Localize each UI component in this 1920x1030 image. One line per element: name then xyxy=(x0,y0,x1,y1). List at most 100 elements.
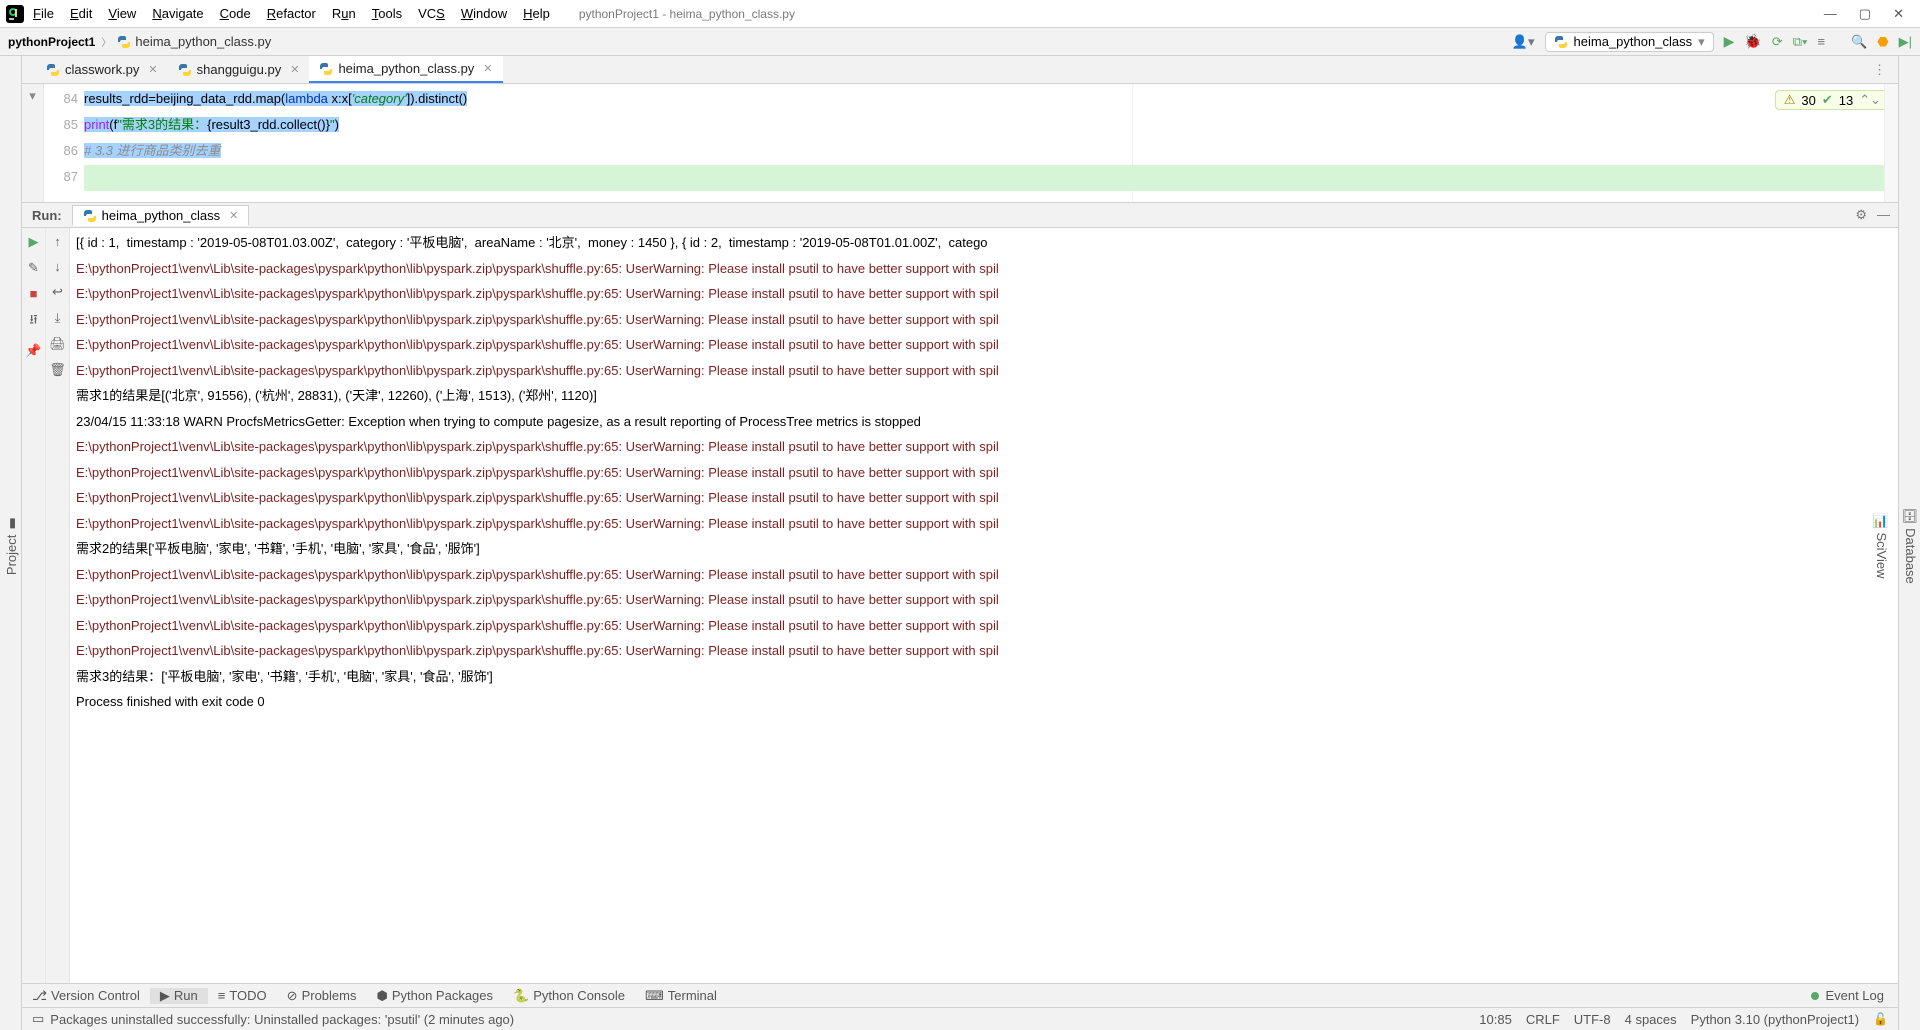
python-interpreter[interactable]: Python 3.10 (pythonProject1) xyxy=(1691,1012,1859,1027)
database-toolwindow-tab[interactable]: 🗄 Database xyxy=(1901,504,1920,588)
version-control-tab[interactable]: ⎇ Version Control xyxy=(22,988,150,1004)
rerun-button[interactable]: ▶ xyxy=(29,234,39,250)
main-body: Project ▮ 🏛 Structure 🔖 Bookmarks classw… xyxy=(0,56,1920,1030)
problems-tab[interactable]: ⊘ Problems xyxy=(277,988,367,1004)
menu-refactor[interactable]: Refactor xyxy=(260,4,323,23)
console-line: E:\pythonProject1\venv\Lib\site-packages… xyxy=(76,613,1898,639)
status-bar: ▭ Packages uninstalled successfully: Uni… xyxy=(22,1007,1898,1030)
tabs-more-icon[interactable]: ⋮ xyxy=(1861,56,1898,83)
up-icon[interactable]: ↑ xyxy=(54,234,61,249)
todo-tab[interactable]: ≡ TODO xyxy=(208,988,277,1003)
run-button[interactable]: ▶ xyxy=(1724,33,1735,50)
run-anything-icon[interactable]: ▶| xyxy=(1899,34,1912,50)
indent-setting[interactable]: 4 spaces xyxy=(1625,1012,1677,1027)
run-panel-label: Run: xyxy=(22,208,72,223)
run-config-tab[interactable]: heima_python_class ✕ xyxy=(72,205,250,226)
editor-content[interactable]: results_rdd=beijing_data_rdd.map(lambda … xyxy=(84,84,1884,202)
menu-view[interactable]: View xyxy=(101,4,143,23)
code-editor[interactable]: ▾ 84 85 86 87 results_rdd=beijing_data_r… xyxy=(22,84,1898,202)
notification-dot-icon xyxy=(1811,992,1819,1000)
stop-button[interactable]: ■ xyxy=(30,286,38,301)
tab-heima[interactable]: heima_python_class.py✕ xyxy=(309,56,502,83)
sciview-toolwindow-tab[interactable]: 📊 SciView xyxy=(1872,509,1891,583)
settings-icon[interactable]: ⚙ xyxy=(1855,207,1867,223)
close-icon[interactable]: ✕ xyxy=(290,63,299,76)
menu-help[interactable]: Help xyxy=(516,4,557,23)
clear-icon[interactable]: 🗑 xyxy=(49,362,66,378)
breadcrumb-file[interactable]: heima_python_class.py xyxy=(117,34,271,49)
run-tab[interactable]: ▶ Run xyxy=(150,988,208,1004)
event-log-tab[interactable]: Event Log xyxy=(1811,988,1898,1003)
check-icon: ✔ xyxy=(1822,92,1833,108)
console-line: 需求1的结果是[('北京', 91556), ('杭州', 28831), ('… xyxy=(76,383,1898,409)
close-icon[interactable]: ✕ xyxy=(148,63,157,76)
tab-shangguigu[interactable]: shangguigu.py✕ xyxy=(168,56,310,83)
menu-edit[interactable]: Edit xyxy=(63,4,99,23)
ide-updates-icon[interactable]: ⬣ xyxy=(1877,34,1888,50)
close-icon[interactable]: ✕ xyxy=(483,62,492,75)
python-packages-tab[interactable]: ⬢ Python Packages xyxy=(366,988,503,1004)
terminal-tab[interactable]: ⌨ Terminal xyxy=(635,988,727,1004)
caret-position[interactable]: 10:85 xyxy=(1479,1012,1512,1027)
chevron-updown-icon[interactable]: ⌃⌄ xyxy=(1859,92,1881,108)
debug-button[interactable]: 🐞 xyxy=(1744,33,1761,50)
console-line: 23/04/15 11:33:18 WARN ProcfsMetricsGett… xyxy=(76,409,1898,435)
menu-tools[interactable]: Tools xyxy=(365,4,409,23)
line-separator[interactable]: CRLF xyxy=(1526,1012,1560,1027)
print-icon[interactable]: 🖨 xyxy=(49,336,66,352)
user-icon[interactable]: 👤▾ xyxy=(1512,34,1535,50)
python-file-icon xyxy=(117,35,131,49)
menubar: FFileile Edit View Navigate Code Refacto… xyxy=(0,0,1920,28)
console-line: E:\pythonProject1\venv\Lib\site-packages… xyxy=(76,511,1898,537)
console-line: E:\pythonProject1\venv\Lib\site-packages… xyxy=(76,307,1898,333)
pin-icon[interactable]: 📌 xyxy=(25,343,41,359)
console-line: E:\pythonProject1\venv\Lib\site-packages… xyxy=(76,434,1898,460)
center-area: classwork.py✕ shangguigu.py✕ heima_pytho… xyxy=(22,56,1898,1030)
window-maximize-button[interactable]: ▢ xyxy=(1859,6,1871,22)
console-line: E:\pythonProject1\venv\Lib\site-packages… xyxy=(76,485,1898,511)
down-icon[interactable]: ↓ xyxy=(54,259,61,274)
console-line: E:\pythonProject1\venv\Lib\site-packages… xyxy=(76,358,1898,384)
close-icon[interactable]: ✕ xyxy=(229,209,238,222)
window-close-button[interactable]: ✕ xyxy=(1893,6,1904,22)
tab-classwork[interactable]: classwork.py✕ xyxy=(36,56,168,83)
breadcrumb-sep-icon: 〉 xyxy=(101,34,111,49)
coverage-button[interactable]: ⟳ xyxy=(1772,34,1783,50)
editor-fold-margin[interactable]: ▾ xyxy=(22,84,44,202)
scroll-to-end-icon[interactable]: ⤓ xyxy=(55,310,61,326)
project-toolwindow-tab[interactable]: Project ▮ xyxy=(2,512,21,579)
profile-button[interactable]: ⧉▾ xyxy=(1793,34,1808,50)
line-number-gutter: 84 85 86 87 xyxy=(44,84,84,202)
soft-wrap-icon[interactable]: ↩ xyxy=(52,284,63,300)
console-line: E:\pythonProject1\venv\Lib\site-packages… xyxy=(76,281,1898,307)
editor-scrollbar[interactable] xyxy=(1884,84,1898,202)
window-minimize-button[interactable]: — xyxy=(1824,6,1837,22)
exit-icon[interactable]: ⭿ xyxy=(29,311,37,333)
chevron-down-icon: ▾ xyxy=(1698,34,1705,50)
menu-file[interactable]: FFileile xyxy=(26,4,61,23)
more-run-icon[interactable]: ≡ xyxy=(1817,34,1825,49)
minimize-panel-icon[interactable]: — xyxy=(1877,207,1890,223)
navigation-bar: pythonProject1 〉 heima_python_class.py 👤… xyxy=(0,28,1920,56)
python-file-icon xyxy=(178,63,192,77)
console-line: 需求2的结果['平板电脑', '家电', '书籍', '手机', '电脑', '… xyxy=(76,536,1898,562)
console-line: E:\pythonProject1\venv\Lib\site-packages… xyxy=(76,256,1898,282)
breadcrumb-project[interactable]: pythonProject1 xyxy=(8,35,95,49)
menu-code[interactable]: Code xyxy=(213,4,258,23)
menu-run[interactable]: Run xyxy=(325,4,363,23)
console-output[interactable]: [{ id : 1, timestamp : '2019-05-08T01.03… xyxy=(70,228,1898,983)
console-line: 需求3的结果：['平板电脑', '家电', '书籍', '手机', '电脑', … xyxy=(76,664,1898,690)
menu-vcs[interactable]: VCS xyxy=(411,4,452,23)
app-logo-icon xyxy=(6,5,24,23)
inspection-widget[interactable]: ⚠30 ✔13 ⌃⌄ xyxy=(1775,90,1890,110)
menu-window[interactable]: Window xyxy=(454,4,514,23)
run-panel-header: Run: heima_python_class ✕ ⚙ — xyxy=(22,202,1898,228)
menu-navigate[interactable]: Navigate xyxy=(145,4,210,23)
python-console-tab[interactable]: 🐍 Python Console xyxy=(503,988,635,1004)
run-panel: ▶ ✎ ■ ⭿ 📌 ↑ ↓ ↩ ⤓ 🖨 🗑 [{ id : 1, timesta… xyxy=(22,228,1898,983)
search-button[interactable]: 🔍 xyxy=(1851,34,1867,50)
run-config-selector[interactable]: heima_python_class ▾ xyxy=(1545,32,1714,52)
readonly-lock-icon[interactable]: 🔓 xyxy=(1873,1012,1888,1026)
modify-run-icon[interactable]: ✎ xyxy=(28,260,39,276)
file-encoding[interactable]: UTF-8 xyxy=(1574,1012,1611,1027)
